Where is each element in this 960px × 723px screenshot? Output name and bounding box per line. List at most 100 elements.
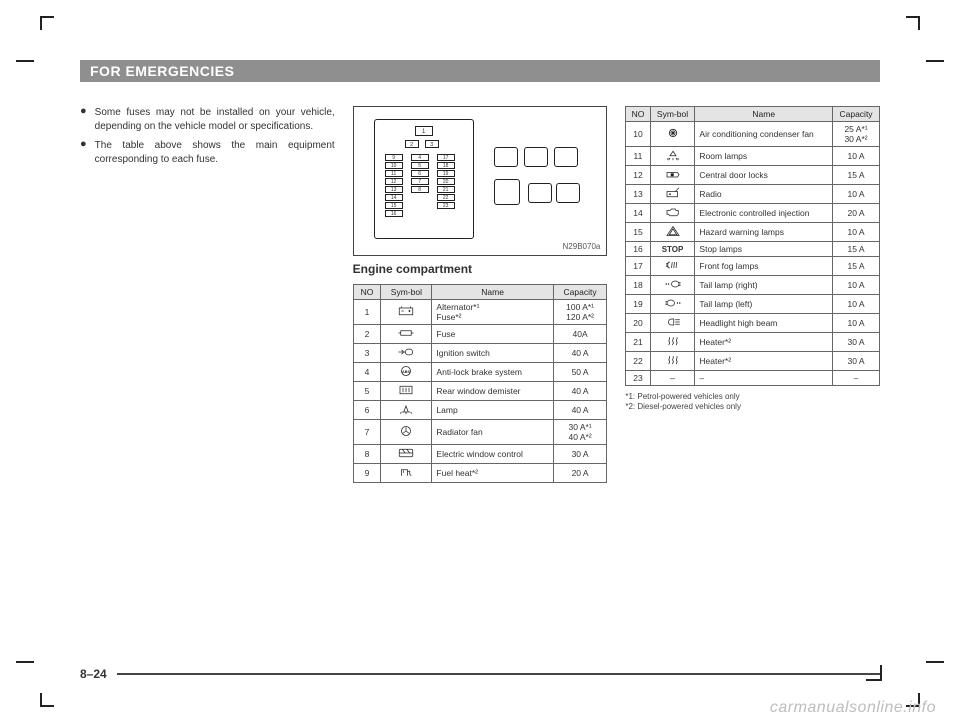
table-row: 12Central door locks15 A xyxy=(626,166,880,185)
cell-no: 9 xyxy=(353,464,381,483)
fuse-column: 4 5 6 7 8 xyxy=(411,154,429,193)
cell-no: 21 xyxy=(626,333,650,352)
cell-symbol xyxy=(650,204,695,223)
cell-no: 22 xyxy=(626,352,650,371)
footnotes: *1: Petrol-powered vehicles only *2: Die… xyxy=(625,392,880,413)
table-row: 4ABSAnti-lock brake system50 A xyxy=(353,363,607,382)
crop-mark xyxy=(40,16,54,18)
section-header: FOR EMERGENCIES xyxy=(80,60,880,82)
fuse-slot: 6 xyxy=(411,170,429,177)
cell-symbol xyxy=(650,352,695,371)
diagram-label: N29B070a xyxy=(563,242,601,251)
fuse-slot: 12 xyxy=(385,178,403,185)
table-row: 6Lamp40 A xyxy=(353,401,607,420)
cell-name: Room lamps xyxy=(695,147,833,166)
cell-capacity: 40 A xyxy=(553,401,607,420)
cell-symbol: STOP xyxy=(650,242,695,257)
fuse-slot: 20 xyxy=(437,178,455,185)
cell-name: Fuse xyxy=(432,325,553,344)
table-row: 2Fuse40A xyxy=(353,325,607,344)
cell-name: Rear window demister xyxy=(432,382,553,401)
page-content: FOR EMERGENCIES ● Some fuses may not be … xyxy=(80,60,880,653)
cell-symbol xyxy=(650,166,695,185)
cell-name: Tail lamp (left) xyxy=(695,295,833,314)
cell-symbol xyxy=(381,325,432,344)
col-no: NO xyxy=(353,285,381,300)
cell-no: 12 xyxy=(626,166,650,185)
fuse-slot: 8 xyxy=(411,186,429,193)
cell-name: Stop lamps xyxy=(695,242,833,257)
relay-slot xyxy=(554,147,578,167)
col-symbol: Sym-bol xyxy=(650,107,695,122)
cell-name: Headlight high beam xyxy=(695,314,833,333)
cell-no: 4 xyxy=(353,363,381,382)
cell-no: 13 xyxy=(626,185,650,204)
table-row: 20Headlight high beam10 A xyxy=(626,314,880,333)
relay-slot xyxy=(524,147,548,167)
fuse-diagram: 1 2 3 9 10 11 12 13 14 15 16 4 xyxy=(353,106,608,256)
cell-symbol xyxy=(650,147,695,166)
cell-no: 6 xyxy=(353,401,381,420)
crop-corner xyxy=(866,665,882,681)
table-row: 17 Front fog lamps15 A xyxy=(626,257,880,276)
cell-name: Central door locks xyxy=(695,166,833,185)
cell-symbol xyxy=(381,464,432,483)
cell-symbol xyxy=(650,295,695,314)
cell-name: Electronic controlled injection xyxy=(695,204,833,223)
svg-text:ABS: ABS xyxy=(402,370,410,374)
cell-name: Tail lamp (right) xyxy=(695,276,833,295)
footnote-line: *1: Petrol-powered vehicles only xyxy=(625,392,880,402)
cell-capacity: – xyxy=(833,371,880,386)
cell-name: Radiator fan xyxy=(432,420,553,445)
table-row: 11 Room lamps10 A xyxy=(626,147,880,166)
fuse-slot: 22 xyxy=(437,194,455,201)
cell-name: – xyxy=(695,371,833,386)
cell-capacity: 40A xyxy=(553,325,607,344)
cell-name: Air conditioning condenser fan xyxy=(695,122,833,147)
footnote-line: *2: Diesel-powered vehicles only xyxy=(625,402,880,412)
cell-no: 11 xyxy=(626,147,650,166)
relay-slot xyxy=(528,183,552,203)
fuse-slot: 7 xyxy=(411,178,429,185)
crop-mark xyxy=(926,661,944,663)
fuse-slot: 5 xyxy=(411,162,429,169)
cell-name: Hazard warning lamps xyxy=(695,223,833,242)
fuse-slot: 23 xyxy=(437,202,455,209)
relay-slot xyxy=(494,179,520,205)
table-row: 21Heater*²30 A xyxy=(626,333,880,352)
cell-capacity: 10 A xyxy=(833,314,880,333)
fuse-table-left: NO Sym-bol Name Capacity 1Alternator*¹Fu… xyxy=(353,284,608,483)
cell-name: Heater*² xyxy=(695,352,833,371)
cell-symbol xyxy=(650,223,695,242)
cell-capacity: 15 A xyxy=(833,257,880,276)
cell-name: Ignition switch xyxy=(432,344,553,363)
cell-no: 14 xyxy=(626,204,650,223)
cell-name: Alternator*¹Fuse*² xyxy=(432,300,553,325)
cell-capacity: 30 A*¹40 A*² xyxy=(553,420,607,445)
cell-capacity: 10 A xyxy=(833,185,880,204)
cell-no: 23 xyxy=(626,371,650,386)
table-row: 18Tail lamp (right)10 A xyxy=(626,276,880,295)
fusebox-outline: 1 2 3 9 10 11 12 13 14 15 16 4 xyxy=(374,119,474,239)
table-row: 10Air conditioning condenser fan25 A*¹30… xyxy=(626,122,880,147)
list-item: ● Some fuses may not be installed on you… xyxy=(80,106,335,133)
cell-no: 17 xyxy=(626,257,650,276)
cell-capacity: 10 A xyxy=(833,147,880,166)
cell-capacity: 10 A xyxy=(833,295,880,314)
fuse-column: 17 18 19 20 21 22 23 xyxy=(437,154,455,209)
page-number: 8–24 xyxy=(80,667,107,681)
cell-name: Heater*² xyxy=(695,333,833,352)
table-row: 14 Electronic controlled injection20 A xyxy=(626,204,880,223)
cell-capacity: 20 A xyxy=(833,204,880,223)
crop-mark xyxy=(926,60,944,62)
table-row: 22Heater*²30 A xyxy=(626,352,880,371)
cell-capacity: 100 A*¹120 A*² xyxy=(553,300,607,325)
cell-capacity: 15 A xyxy=(833,242,880,257)
cell-name: Front fog lamps xyxy=(695,257,833,276)
fuse-slot: 9 xyxy=(385,154,403,161)
col-name: Name xyxy=(695,107,833,122)
note-text: Some fuses may not be installed on your … xyxy=(95,106,335,133)
fuse-slot: 17 xyxy=(437,154,455,161)
table-header-row: NO Sym-bol Name Capacity xyxy=(353,285,607,300)
cell-symbol xyxy=(650,333,695,352)
